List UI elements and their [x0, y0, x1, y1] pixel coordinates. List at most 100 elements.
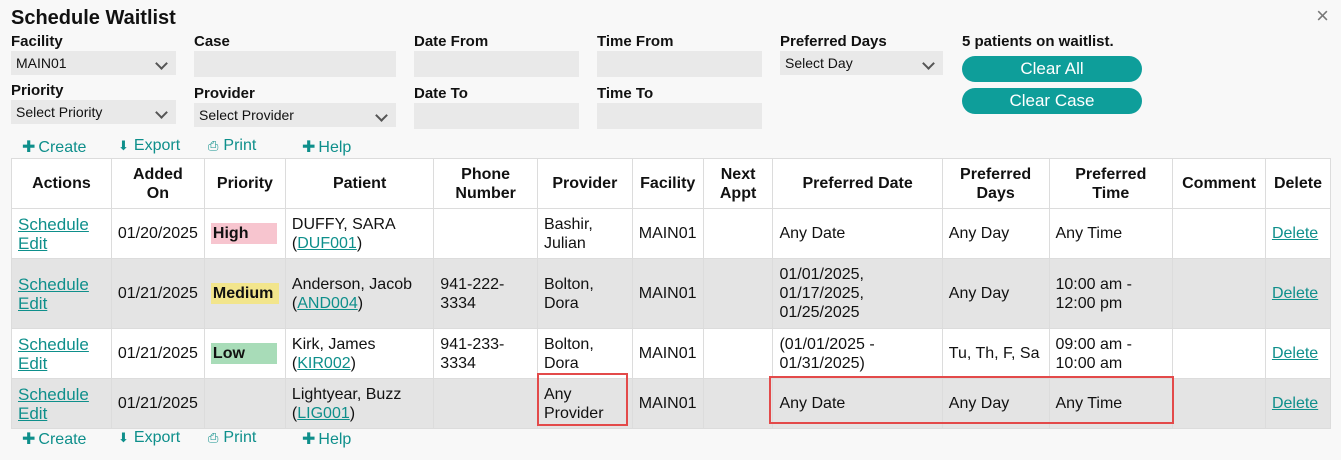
facility-select[interactable]: MAIN01 [11, 51, 176, 75]
next-appt-cell [702, 208, 774, 259]
close-icon[interactable]: × [1316, 5, 1329, 27]
delete-link[interactable]: Delete [1272, 285, 1318, 302]
clear-case-button[interactable]: Clear Case [962, 88, 1142, 114]
priority-select[interactable]: Select Priority [11, 100, 176, 124]
plus-icon: ✚ [22, 139, 36, 156]
print-link[interactable]: ⎙ Print [208, 429, 256, 447]
time-from-input[interactable] [597, 51, 762, 77]
help-link[interactable]: ✚ Help [302, 137, 351, 157]
header-delete: Delete [1264, 158, 1332, 209]
preferred-time-cell: 10:00 am -12:00 pm [1048, 258, 1174, 329]
case-input[interactable] [194, 51, 396, 77]
preferred-date-cell: Any Date [772, 208, 943, 259]
patient-id-link[interactable]: DUF001 [297, 235, 357, 252]
header-patient: Patient [284, 158, 435, 209]
patient-cell: Anderson, Jacob (AND004) [284, 258, 435, 329]
comment-cell [1172, 378, 1266, 429]
preferred-time-cell: 09:00 am -10:00 am [1048, 328, 1174, 379]
date-to-input[interactable] [414, 103, 579, 129]
time-from-label: Time From [597, 33, 674, 50]
preferred-days-cell: Tu, Th, F, Sa [941, 328, 1050, 379]
added-on-cell: 01/21/2025 [110, 258, 205, 329]
printer-icon: ⎙ [208, 430, 219, 445]
preferred-days-cell: Any Day [941, 208, 1050, 259]
preferred-days-select[interactable]: Select Day [780, 51, 943, 75]
create-link[interactable]: ✚ Create [22, 137, 86, 157]
priority-cell [203, 378, 286, 429]
comment-cell [1172, 328, 1266, 379]
next-appt-cell [702, 378, 774, 429]
priority-cell: Medium [203, 258, 286, 329]
facility-cell: MAIN01 [631, 328, 704, 379]
table-row: Schedule Edit 01/20/2025 High DUFFY, SARA… [11, 208, 1332, 259]
patient-id-link[interactable]: AND004 [297, 295, 357, 312]
case-label: Case [194, 33, 230, 50]
provider-cell: Bolton, Dora [536, 258, 633, 329]
priority-cell: High [203, 208, 286, 259]
actions-cell: Schedule Edit [11, 328, 112, 379]
added-on-cell: 01/21/2025 [110, 378, 205, 429]
date-from-label: Date From [414, 33, 489, 50]
schedule-link[interactable]: Schedule [18, 215, 105, 234]
export-icon: ⬇ [118, 138, 129, 153]
provider-cell: Bolton, Dora [536, 328, 633, 379]
header-added-on: Added On [110, 158, 205, 209]
delete-link[interactable]: Delete [1272, 395, 1318, 412]
patient-id-link[interactable]: KIR002 [297, 355, 350, 372]
header-phone: Phone Number [433, 158, 538, 209]
waitlist-count: 5 patients on waitlist. [962, 33, 1114, 50]
header-facility: Facility [631, 158, 704, 209]
added-on-cell: 01/21/2025 [110, 328, 205, 379]
export-link[interactable]: ⬇ Export [118, 429, 180, 447]
delete-cell: Delete [1264, 378, 1332, 429]
plus-icon: ✚ [22, 431, 36, 448]
priority-badge: High [210, 223, 277, 244]
edit-link[interactable]: Edit [18, 354, 105, 373]
schedule-link[interactable]: Schedule [18, 275, 105, 294]
preferred-time-cell: Any Time [1048, 208, 1174, 259]
header-next-appt: Next Appt [702, 158, 774, 209]
print-link[interactable]: ⎙ Print [208, 137, 256, 155]
header-priority: Priority [203, 158, 286, 209]
table-header-row: Actions Added On Priority Patient Phone Nu… [11, 158, 1332, 209]
delete-link[interactable]: Delete [1272, 225, 1318, 242]
phone-cell [433, 378, 538, 429]
edit-link[interactable]: Edit [18, 404, 105, 423]
header-preferred-date: Preferred Date [772, 158, 943, 209]
next-appt-cell [702, 328, 774, 379]
table-row: Schedule Edit 01/21/2025 Medium Anderson,… [11, 258, 1332, 329]
header-actions: Actions [11, 158, 112, 209]
schedule-link[interactable]: Schedule [18, 335, 105, 354]
export-link[interactable]: ⬇ Export [118, 137, 180, 155]
header-comment: Comment [1172, 158, 1266, 209]
export-icon: ⬇ [118, 430, 129, 445]
plus-icon: ✚ [302, 139, 316, 156]
printer-icon: ⎙ [208, 138, 219, 153]
facility-cell: MAIN01 [631, 258, 704, 329]
edit-link[interactable]: Edit [18, 234, 105, 253]
provider-select[interactable]: Select Provider [194, 103, 396, 127]
help-link[interactable]: ✚ Help [302, 429, 351, 449]
create-link[interactable]: ✚ Create [22, 429, 86, 449]
patient-cell: Kirk, James (KIR002) [284, 328, 435, 379]
patient-id-link[interactable]: LIG001 [297, 405, 349, 422]
clear-all-button[interactable]: Clear All [962, 56, 1142, 82]
delete-link[interactable]: Delete [1272, 345, 1318, 362]
comment-cell [1172, 208, 1266, 259]
preferred-date-cell: 01/01/2025, 01/17/2025, 01/25/2025 [772, 258, 943, 329]
next-appt-cell [702, 258, 774, 329]
time-to-input[interactable] [597, 103, 762, 129]
delete-cell: Delete [1264, 258, 1332, 329]
schedule-link[interactable]: Schedule [18, 385, 105, 404]
time-to-label: Time To [597, 85, 654, 102]
comment-cell [1172, 258, 1266, 329]
facility-cell: MAIN01 [631, 208, 704, 259]
added-on-cell: 01/20/2025 [110, 208, 205, 259]
preferred-days-label: Preferred Days [780, 33, 887, 50]
priority-badge: Medium [210, 283, 279, 304]
header-preferred-days: Preferred Days [941, 158, 1050, 209]
date-from-input[interactable] [414, 51, 579, 77]
edit-link[interactable]: Edit [18, 294, 105, 313]
provider-label: Provider [194, 85, 255, 102]
preferred-date-cell: Any Date [772, 378, 943, 429]
